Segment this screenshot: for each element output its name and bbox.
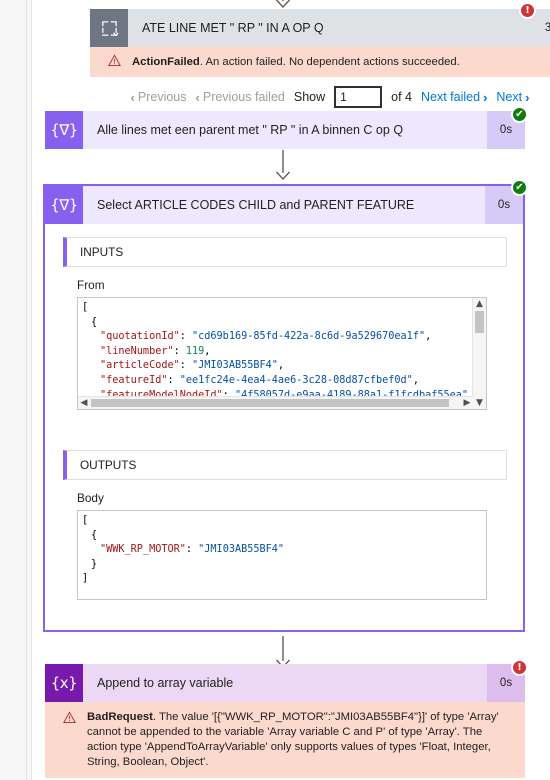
next-failed-label: Next failed	[421, 90, 481, 104]
filter-icon-glyph: {∇}	[50, 121, 78, 139]
foreach-card-header[interactable]: ATE LINE MET " RP " IN A OP Q 3s	[90, 9, 550, 47]
filter-status-glyph: ✔	[515, 108, 524, 120]
variable-icon-glyph: {x}	[50, 674, 78, 692]
next-failed-button[interactable]: Next failed ›	[421, 90, 487, 104]
chevron-left-icon-2: ‹	[195, 89, 200, 105]
append-card-title: Append to array variable	[83, 664, 487, 702]
outputs-section: OUTPUTS Body [{"WWK_RP_MOTOR": "JMI03AB5…	[63, 450, 507, 620]
next-label: Next	[496, 90, 523, 104]
horizontal-scroll-thumb[interactable]	[91, 399, 449, 407]
foreach-error-text: ActionFailed. An action failed. No depen…	[132, 55, 460, 70]
chevron-right-icon-2: ›	[525, 89, 530, 105]
previous-label: Previous	[137, 90, 187, 104]
scroll-right-arrow-icon[interactable]: ▶	[461, 397, 473, 409]
filter-array-icon: {∇}	[45, 111, 83, 149]
filter-array-card[interactable]: {∇} Alle lines met een parent met " RP "…	[45, 111, 525, 149]
outputs-section-header[interactable]: OUTPUTS	[63, 450, 507, 480]
connector-top	[270, 0, 296, 8]
foreach-action-card[interactable]: ATE LINE MET " RP " IN A OP Q 3s ActionF…	[90, 9, 550, 118]
next-button[interactable]: Next ›	[496, 90, 529, 104]
foreach-error-message: . An action failed. No dependent actions…	[199, 55, 460, 68]
outputs-section-label: OUTPUTS	[80, 458, 137, 472]
outputs-code-box[interactable]: [{"WWK_RP_MOTOR": "JMI03AB55BF4"}]	[77, 510, 487, 600]
append-error-text: BadRequest. The value '[{"WWK_RP_MOTOR":…	[87, 710, 513, 770]
gutter-rail-outer	[26, 0, 27, 780]
previous-button[interactable]: ‹ Previous	[131, 90, 187, 104]
previous-failed-button[interactable]: ‹ Previous failed	[196, 90, 285, 104]
connector-filter-to-select	[270, 150, 296, 180]
select-card-title: Select ARTICLE CODES CHILD and PARENT FE…	[83, 186, 485, 224]
inputs-from-label: From	[77, 278, 105, 292]
foreach-error-banner: ActionFailed. An action failed. No depen…	[90, 47, 550, 77]
chevron-right-icon: ›	[483, 89, 488, 105]
iteration-number-input[interactable]	[334, 86, 383, 108]
select-card-header[interactable]: {∇} Select ARTICLE CODES CHILD and PAREN…	[43, 184, 525, 224]
vertical-scrollbar[interactable]: ▲ ▼	[472, 298, 486, 409]
of-total-label: of 4	[391, 90, 412, 104]
inputs-section-header[interactable]: INPUTS	[63, 237, 507, 267]
filter-card-title: Alle lines met een parent met " RP " in …	[83, 111, 487, 149]
append-status-glyph: !	[517, 661, 522, 673]
append-error-code: BadRequest	[87, 711, 153, 723]
scroll-down-arrow-icon[interactable]: ▼	[473, 397, 486, 409]
inputs-section: INPUTS From [{"quotationId": "cd69b169-8…	[63, 237, 507, 427]
append-status-badge: !	[511, 659, 528, 676]
inputs-code: [{"quotationId": "cd69b169-85fd-422a-8c6…	[82, 302, 474, 409]
append-array-variable-card[interactable]: {x} Append to array variable 0s BadReque…	[45, 664, 525, 780]
foreach-status-glyph: !	[525, 4, 530, 16]
horizontal-scrollbar[interactable]: ◀ ▶	[78, 396, 473, 409]
scroll-left-arrow-icon[interactable]: ◀	[78, 397, 90, 409]
select-status-glyph: ✔	[515, 181, 524, 193]
left-gutter	[0, 0, 32, 780]
foreach-card-title: ATE LINE MET " RP " IN A OP Q	[128, 9, 532, 47]
foreach-loop-icon	[90, 9, 128, 47]
chevron-left-icon: ‹	[130, 89, 135, 105]
select-action-icon: {∇}	[45, 186, 83, 224]
vertical-scroll-thumb[interactable]	[475, 311, 484, 333]
run-history-canvas: ATE LINE MET " RP " IN A OP Q 3s ActionF…	[0, 0, 550, 780]
filter-status-badge: ✔	[511, 106, 528, 123]
scroll-up-arrow-icon[interactable]: ▲	[473, 298, 486, 310]
show-label: Show	[293, 90, 326, 104]
variable-icon: {x}	[45, 664, 83, 702]
flow-canvas: ATE LINE MET " RP " IN A OP Q 3s ActionF…	[32, 0, 550, 780]
inputs-section-label: INPUTS	[80, 245, 124, 259]
append-card-header[interactable]: {x} Append to array variable 0s	[45, 664, 525, 702]
previous-failed-label: Previous failed	[202, 90, 285, 104]
outputs-body-label: Body	[77, 491, 104, 505]
append-error-banner: BadRequest. The value '[{"WWK_RP_MOTOR":…	[45, 702, 525, 778]
outputs-code: [{"WWK_RP_MOTOR": "JMI03AB55BF4"}]	[82, 515, 285, 585]
foreach-status-badge: !	[519, 2, 536, 19]
select-detail-panel: INPUTS From [{"quotationId": "cd69b169-8…	[43, 224, 525, 632]
foreach-error-code: ActionFailed	[132, 55, 200, 68]
warning-triangle-icon	[108, 53, 124, 72]
warning-triangle-icon-2	[63, 711, 79, 729]
select-icon-glyph: {∇}	[50, 196, 78, 214]
select-action-card[interactable]: {∇} Select ARTICLE CODES CHILD and PAREN…	[43, 184, 525, 224]
filter-card-header[interactable]: {∇} Alle lines met een parent met " RP "…	[45, 111, 525, 149]
inputs-code-box[interactable]: [{"quotationId": "cd69b169-85fd-422a-8c6…	[77, 297, 487, 410]
select-status-badge: ✔	[511, 179, 528, 196]
